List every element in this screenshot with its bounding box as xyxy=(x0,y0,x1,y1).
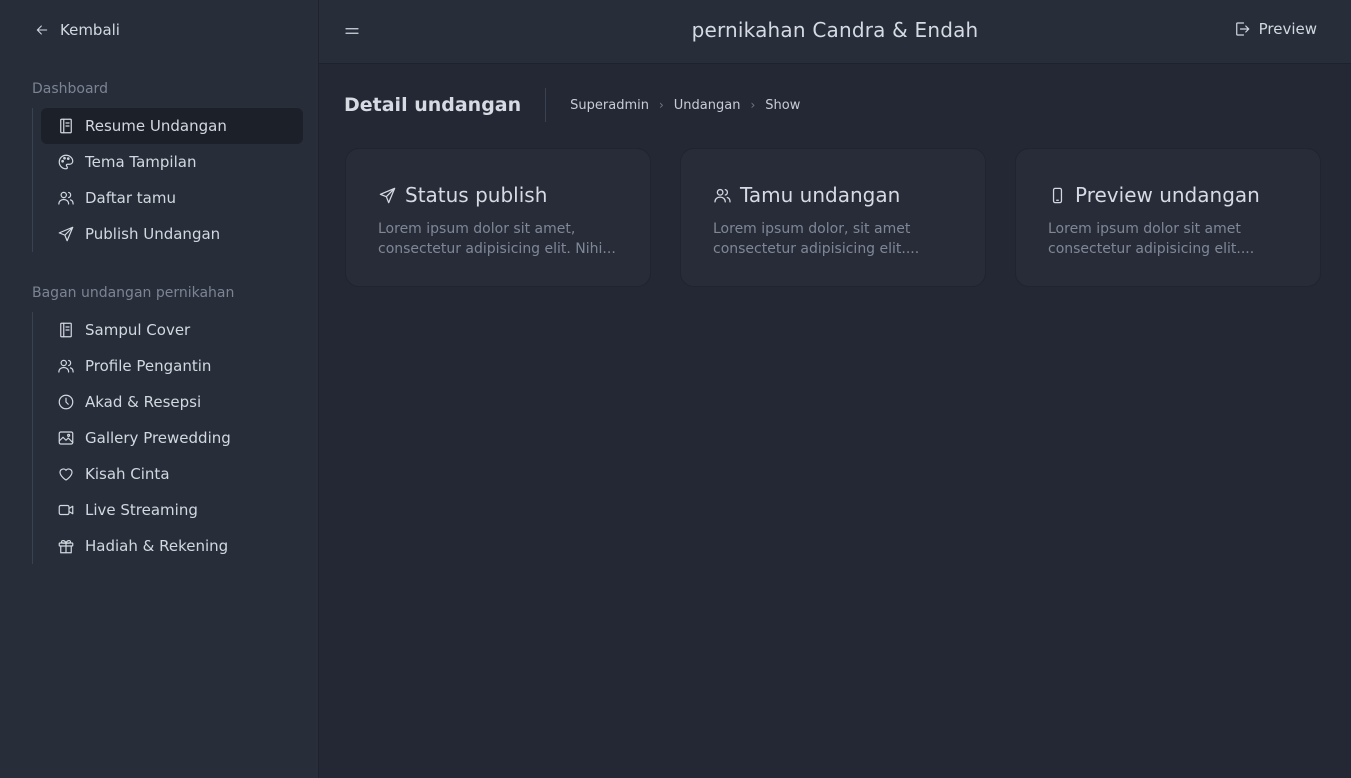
card-status-publish[interactable]: Status publish Lorem ipsum dolor sit ame… xyxy=(345,148,651,287)
users-icon xyxy=(58,359,74,373)
menu-bagan: Sampul Cover Profile Pengantin Akad & Re… xyxy=(32,312,303,564)
back-label: Kembali xyxy=(60,21,120,39)
sidebar-item-label: Sampul Cover xyxy=(85,321,191,339)
send-icon xyxy=(379,187,396,203)
clock-icon xyxy=(58,394,74,410)
sidebar-item-label: Resume Undangan xyxy=(85,117,227,135)
card-description: Lorem ipsum dolor sit amet consectetur a… xyxy=(1048,219,1288,259)
sidebar-item-profile-pengantin[interactable]: Profile Pengantin xyxy=(41,348,303,384)
sidebar-item-label: Hadiah & Rekening xyxy=(85,537,229,555)
card-desc-line: consectetur adipisicing elit. Nihi... xyxy=(378,241,616,257)
notebook-icon xyxy=(60,118,72,134)
sidebar-item-label: Publish Undangan xyxy=(85,225,221,243)
gift-icon xyxy=(58,540,74,554)
logout-icon xyxy=(1235,22,1249,36)
phone-icon xyxy=(1052,187,1063,203)
page-heading: Detail undangan Superadmin › Undangan › … xyxy=(344,88,800,122)
sidebar-item-tema-tampilan[interactable]: Tema Tampilan xyxy=(41,144,303,180)
sidebar-item-daftar-tamu[interactable]: Daftar tamu xyxy=(41,180,303,216)
section-title-bagan: Bagan undangan pernikahan xyxy=(32,285,235,301)
chevron-right-icon: › xyxy=(750,98,756,112)
sidebar-item-sampul-cover[interactable]: Sampul Cover xyxy=(41,312,303,348)
page-header-title: pernikahan Candra & Endah xyxy=(691,18,979,42)
image-icon xyxy=(58,431,74,445)
notebook-icon xyxy=(60,322,72,338)
card-desc-line: Lorem ipsum dolor, sit amet xyxy=(713,221,911,237)
preview-label: Preview xyxy=(1258,20,1317,38)
card-title: Status publish xyxy=(378,183,618,207)
sidebar-item-label: Akad & Resepsi xyxy=(85,393,202,411)
card-preview-undangan[interactable]: Preview undangan Lorem ipsum dolor sit a… xyxy=(1015,148,1321,287)
card-desc-line: consectetur adipisicing elit.... xyxy=(1048,241,1255,257)
arrow-left-icon xyxy=(36,25,48,35)
sidebar-item-label: Gallery Prewedding xyxy=(85,429,231,447)
video-icon xyxy=(58,504,74,516)
sidebar-item-kisah-cinta[interactable]: Kisah Cinta xyxy=(41,456,303,492)
users-icon xyxy=(58,191,74,205)
breadcrumb-item: Show xyxy=(765,97,801,113)
card-title-text: Status publish xyxy=(405,183,548,207)
section-title-dashboard: Dashboard xyxy=(32,81,108,97)
card-title: Preview undangan xyxy=(1048,183,1288,207)
sidebar-item-label: Live Streaming xyxy=(85,501,198,519)
sidebar-item-live-streaming[interactable]: Live Streaming xyxy=(41,492,303,528)
sidebar: Kembali Dashboard Resume Undangan Tema T… xyxy=(0,0,319,778)
sidebar-item-hadiah-rekening[interactable]: Hadiah & Rekening xyxy=(41,528,303,564)
palette-icon xyxy=(58,154,74,170)
breadcrumb: Superadmin › Undangan › Show xyxy=(546,98,800,113)
card-title: Tamu undangan xyxy=(713,183,953,207)
topbar: pernikahan Candra & Endah Preview xyxy=(319,0,1351,64)
card-tamu-undangan[interactable]: Tamu undangan Lorem ipsum dolor, sit ame… xyxy=(680,148,986,287)
send-icon xyxy=(58,226,74,242)
heart-icon xyxy=(59,468,73,481)
sidebar-item-label: Daftar tamu xyxy=(85,189,176,207)
sidebar-item-label: Tema Tampilan xyxy=(85,153,197,171)
card-description: Lorem ipsum dolor, sit amet consectetur … xyxy=(713,219,953,259)
back-link[interactable]: Kembali xyxy=(34,20,120,40)
sidebar-item-label: Kisah Cinta xyxy=(85,465,170,483)
chevron-right-icon: › xyxy=(658,98,664,112)
sidebar-item-resume-undangan[interactable]: Resume Undangan xyxy=(41,108,303,144)
sidebar-item-akad-resepsi[interactable]: Akad & Resepsi xyxy=(41,384,303,420)
breadcrumb-item[interactable]: Superadmin xyxy=(570,98,649,113)
sidebar-item-label: Profile Pengantin xyxy=(85,357,212,375)
card-desc-line: Lorem ipsum dolor sit amet, xyxy=(378,221,576,237)
card-description: Lorem ipsum dolor sit amet, consectetur … xyxy=(378,219,618,259)
page-title: Detail undangan xyxy=(344,88,547,122)
card-title-text: Preview undangan xyxy=(1075,183,1260,207)
menu-dashboard: Resume Undangan Tema Tampilan Daftar tam… xyxy=(32,108,303,252)
card-title-text: Tamu undangan xyxy=(740,183,901,207)
users-icon xyxy=(714,188,731,202)
card-desc-line: consectetur adipisicing elit.... xyxy=(713,241,920,257)
sidebar-item-publish-undangan[interactable]: Publish Undangan xyxy=(41,216,303,252)
breadcrumb-item[interactable]: Undangan xyxy=(674,98,741,113)
preview-button[interactable]: Preview xyxy=(1233,20,1317,38)
card-desc-line: Lorem ipsum dolor sit amet xyxy=(1048,221,1241,237)
sidebar-item-gallery-prewedding[interactable]: Gallery Prewedding xyxy=(41,420,303,456)
